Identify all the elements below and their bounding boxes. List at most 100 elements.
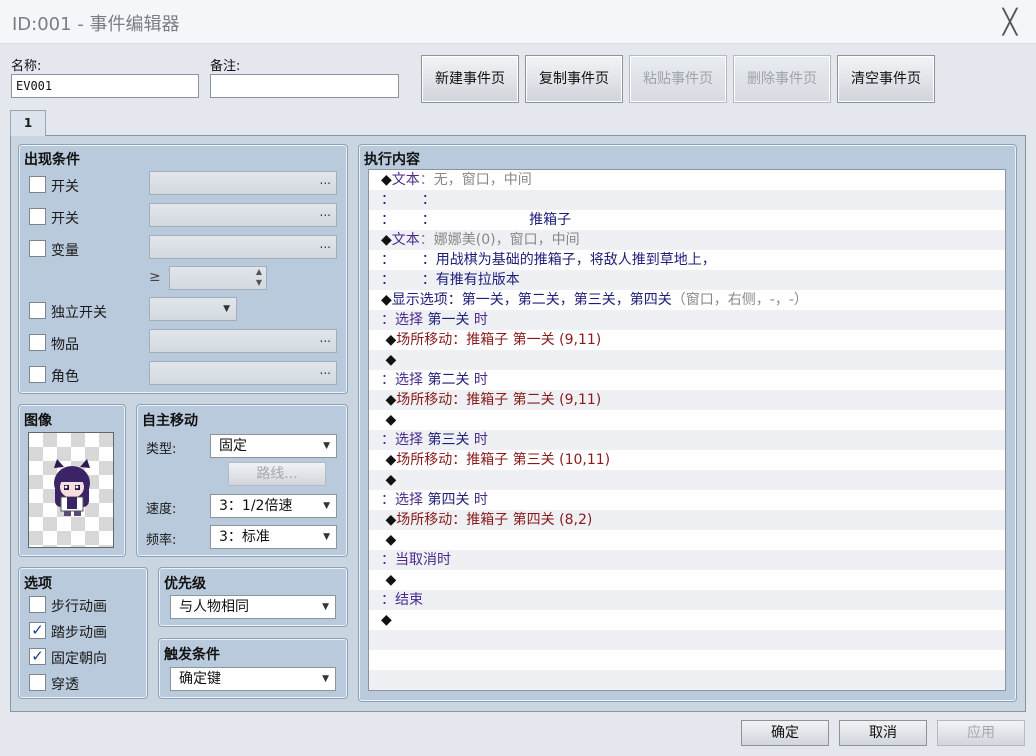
route-button[interactable]: 路线... bbox=[228, 462, 326, 486]
walking-anim-checkbox[interactable] bbox=[29, 596, 46, 613]
switch1-browse-button[interactable]: ... bbox=[320, 173, 331, 187]
character-sprite-icon bbox=[54, 459, 90, 516]
command-text: ◆ bbox=[381, 512, 397, 528]
movement-type-dropdown[interactable]: 固定 ▼ bbox=[210, 434, 337, 458]
paste-page-button[interactable]: 粘贴事件页 bbox=[629, 55, 727, 103]
variable-field[interactable]: ... bbox=[149, 235, 337, 259]
command-row[interactable]: ◆文本：无，窗口，中间 bbox=[369, 170, 1005, 190]
actor-field[interactable]: ... bbox=[149, 361, 337, 385]
variable-checkbox[interactable] bbox=[29, 240, 46, 257]
self-switch-label: 独立开关 bbox=[51, 305, 107, 321]
command-text: 场所移动：推箱子 第三关 (10,11) bbox=[396, 452, 611, 468]
command-row[interactable]: ：选择 第一关 时 bbox=[369, 310, 1005, 330]
command-list[interactable]: ◆文本：无，窗口，中间： ：： ： 推箱子 ◆文本：娜娜美(0)，窗口，中间： ：… bbox=[368, 169, 1006, 691]
walking-anim-label: 步行动画 bbox=[51, 599, 107, 615]
apply-button[interactable]: 应用 bbox=[937, 720, 1025, 746]
chevron-down-icon: ▼ bbox=[322, 674, 329, 684]
stepping-anim-checkbox[interactable]: ✓ bbox=[29, 622, 46, 639]
copy-page-button[interactable]: 复制事件页 bbox=[525, 55, 623, 103]
options-title: 选项 bbox=[24, 576, 52, 592]
command-row[interactable]: ◆ bbox=[369, 530, 1005, 550]
chevron-down-icon: ▼ bbox=[322, 602, 329, 612]
variable-value-stepper[interactable]: ▲ ▼ bbox=[169, 266, 267, 290]
command-row[interactable]: ： ：用战棋为基础的推箱子，将敌人推到草地上， bbox=[369, 250, 1005, 270]
character-image-box[interactable] bbox=[28, 432, 114, 548]
command-text: 第三关 bbox=[427, 432, 470, 448]
new-page-button[interactable]: 新建事件页 bbox=[421, 55, 519, 103]
command-text: ◆ bbox=[381, 232, 392, 248]
command-row[interactable]: ：选择 第四关 时 bbox=[369, 490, 1005, 510]
command-text: ◆ bbox=[381, 532, 397, 548]
command-text: 显示选项：第一关，第二关，第三关，第四关 bbox=[391, 292, 672, 308]
command-row[interactable]: ◆ bbox=[369, 470, 1005, 490]
switch2-field[interactable]: ... bbox=[149, 203, 337, 227]
command-row[interactable]: ◆场所移动：推箱子 第一关 (9,11) bbox=[369, 330, 1005, 350]
command-row[interactable]: ：结束 bbox=[369, 590, 1005, 610]
item-field[interactable]: ... bbox=[149, 329, 337, 353]
command-row[interactable]: ◆ bbox=[369, 570, 1005, 590]
command-row[interactable]: ◆ bbox=[369, 410, 1005, 430]
command-row[interactable]: ：当取消时 bbox=[369, 550, 1005, 570]
self-switch-checkbox[interactable] bbox=[29, 302, 46, 319]
stepper-up-icon[interactable]: ▲ bbox=[256, 267, 262, 276]
self-switch-dropdown[interactable]: ▼ bbox=[149, 297, 237, 321]
command-row[interactable]: ： ： 推箱子 bbox=[369, 210, 1005, 230]
command-row[interactable]: ◆显示选项：第一关，第二关，第三关，第四关（窗口，右侧，-，-） bbox=[369, 290, 1005, 310]
command-row[interactable]: ：选择 第二关 时 bbox=[369, 370, 1005, 390]
stepper-down-icon[interactable]: ▼ bbox=[256, 278, 262, 287]
command-row[interactable] bbox=[369, 670, 1005, 690]
close-icon[interactable]: ╳ bbox=[996, 8, 1024, 36]
switch1-field[interactable]: ... bbox=[149, 171, 337, 195]
command-row[interactable]: ◆场所移动：推箱子 第四关 (8,2) bbox=[369, 510, 1005, 530]
stepping-anim-label: 踏步动画 bbox=[51, 625, 107, 641]
command-text: ：选择 bbox=[381, 372, 428, 388]
through-label: 穿透 bbox=[51, 677, 79, 693]
command-text: ◆ bbox=[381, 332, 397, 348]
command-text: ◆ bbox=[381, 352, 397, 368]
command-row[interactable]: ◆场所移动：推箱子 第三关 (10,11) bbox=[369, 450, 1005, 470]
ok-button[interactable]: 确定 bbox=[741, 720, 829, 746]
trigger-dropdown[interactable]: 确定键 ▼ bbox=[170, 667, 336, 691]
command-text: ◆ bbox=[381, 172, 392, 188]
frequency-dropdown[interactable]: 3：标准 ▼ bbox=[210, 525, 337, 549]
command-row[interactable]: ◆文本：娜娜美(0)，窗口，中间 bbox=[369, 230, 1005, 250]
command-row[interactable]: ： ：有推有拉版本 bbox=[369, 270, 1005, 290]
command-text: 第四关 bbox=[427, 492, 470, 508]
window-title: ID:001 - 事件编辑器 bbox=[12, 14, 180, 35]
clear-page-button[interactable]: 清空事件页 bbox=[837, 55, 935, 103]
item-checkbox[interactable] bbox=[29, 334, 46, 351]
direction-fix-checkbox[interactable]: ✓ bbox=[29, 648, 46, 665]
chevron-down-icon: ▼ bbox=[323, 532, 330, 542]
actor-browse-button[interactable]: ... bbox=[320, 363, 331, 377]
actor-checkbox[interactable] bbox=[29, 366, 46, 383]
speed-value: 3：1/2倍速 bbox=[219, 498, 293, 514]
command-row[interactable]: ◆ bbox=[369, 610, 1005, 630]
priority-title: 优先级 bbox=[164, 576, 206, 592]
command-row[interactable]: ◆场所移动：推箱子 第二关 (9,11) bbox=[369, 390, 1005, 410]
command-text: ◆ bbox=[381, 392, 397, 408]
cancel-button[interactable]: 取消 bbox=[839, 720, 927, 746]
priority-dropdown[interactable]: 与人物相同 ▼ bbox=[170, 595, 336, 619]
item-browse-button[interactable]: ... bbox=[320, 331, 331, 345]
speed-dropdown[interactable]: 3：1/2倍速 ▼ bbox=[210, 494, 337, 518]
name-field[interactable]: EV001 bbox=[11, 74, 199, 98]
options-group: 选项 步行动画 ✓ 踏步动画 ✓ 固定朝向 穿透 bbox=[18, 567, 148, 699]
command-text: 时 bbox=[469, 312, 488, 328]
command-text: ： ： 推箱子 bbox=[381, 212, 572, 228]
command-text: 时 bbox=[469, 372, 488, 388]
command-row[interactable]: ：选择 第三关 时 bbox=[369, 430, 1005, 450]
switch2-checkbox[interactable] bbox=[29, 208, 46, 225]
command-row[interactable]: ◆ bbox=[369, 350, 1005, 370]
tab-page-1[interactable]: 1 bbox=[10, 110, 46, 136]
switch1-checkbox[interactable] bbox=[29, 176, 46, 193]
command-row[interactable]: ： ： bbox=[369, 190, 1005, 210]
note-field[interactable] bbox=[210, 74, 399, 98]
through-checkbox[interactable] bbox=[29, 674, 46, 691]
item-label: 物品 bbox=[51, 337, 79, 353]
command-row[interactable] bbox=[369, 650, 1005, 670]
variable-browse-button[interactable]: ... bbox=[320, 237, 331, 251]
command-text: ： ：有推有拉版本 bbox=[381, 272, 520, 288]
delete-page-button[interactable]: 删除事件页 bbox=[733, 55, 831, 103]
switch2-browse-button[interactable]: ... bbox=[320, 205, 331, 219]
command-row[interactable] bbox=[369, 630, 1005, 650]
